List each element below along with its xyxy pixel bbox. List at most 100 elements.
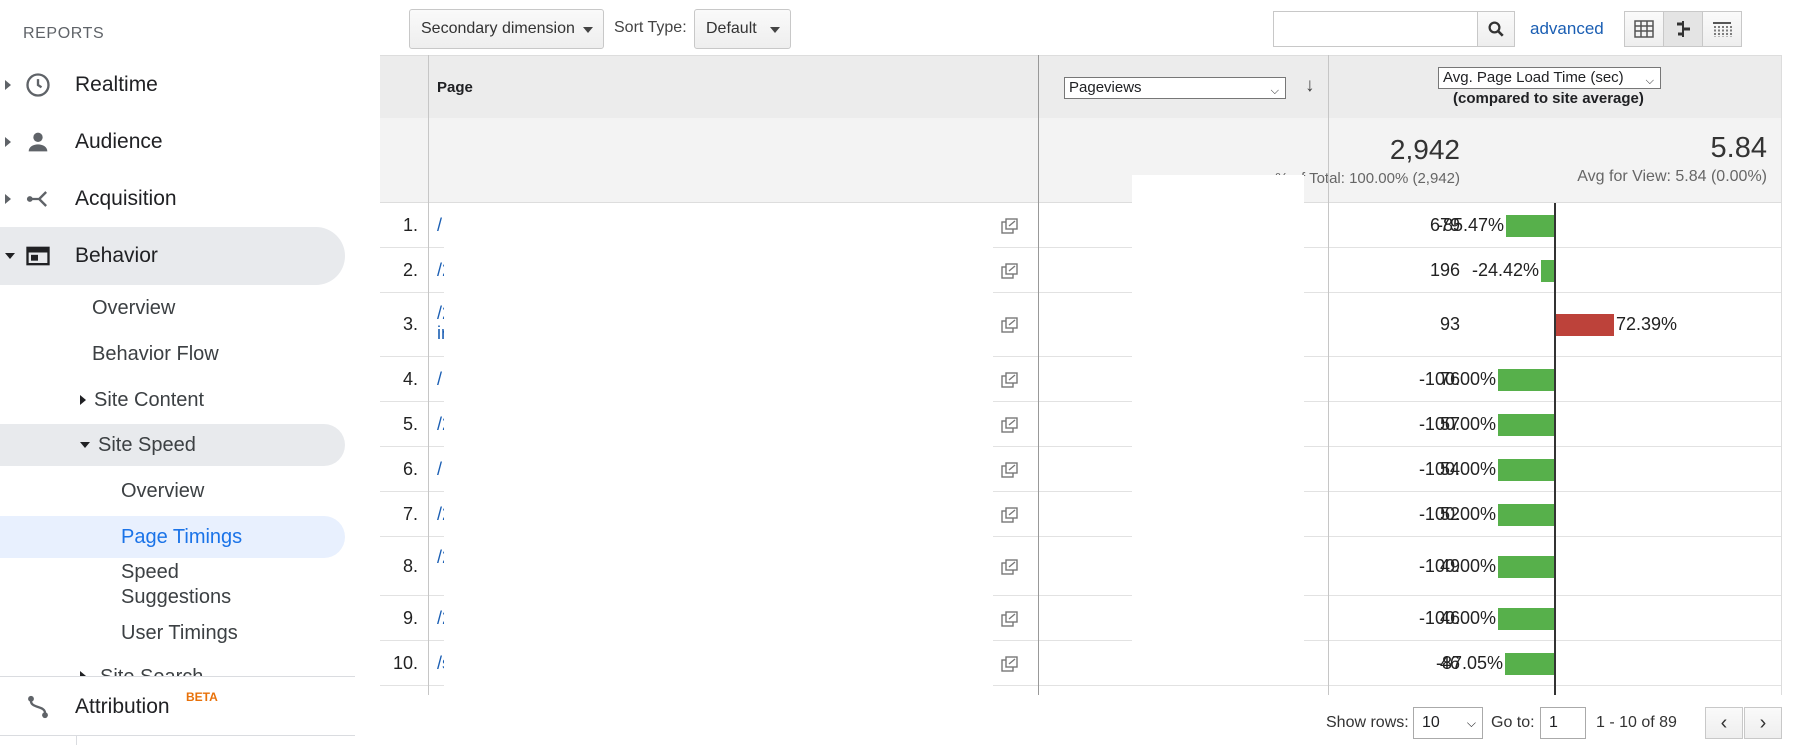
caret-down-icon [80, 442, 90, 448]
caret-right-icon [80, 395, 86, 405]
nav-behavior-flow[interactable]: Behavior Flow [92, 333, 219, 375]
open-link-icon[interactable] [1001, 610, 1019, 627]
nav-user-timings[interactable]: User Timings [121, 612, 238, 654]
select-value: 10 [1422, 714, 1440, 731]
open-link-icon[interactable] [1001, 217, 1019, 234]
nav-realtime[interactable]: Realtime [0, 56, 345, 114]
open-link-icon[interactable] [1001, 317, 1019, 333]
row-number: 3. [402, 314, 418, 334]
nav-site-content[interactable]: Site Content [80, 379, 345, 421]
nav-speed-suggestions[interactable]: Speed Suggestions [121, 560, 231, 610]
comparison-view-button[interactable] [1663, 11, 1703, 47]
negative-comparison-bar [1498, 607, 1555, 630]
comparison-percent: -85.47% [1436, 214, 1504, 235]
nav-label: Behavior [75, 244, 158, 267]
positive-comparison-bar [1555, 314, 1614, 336]
chevron-down-icon: ⌵ [1270, 85, 1279, 97]
sort-type-label: Sort Type: [614, 19, 687, 36]
nav-label: Site Search [100, 666, 203, 676]
behavior-icon [26, 246, 50, 266]
attribution-icon [28, 695, 48, 719]
sidebar: REPORTS Realtime Audience Acquisition Be… [0, 0, 380, 745]
dropdown-label: Secondary dimension [421, 20, 575, 37]
open-link-icon[interactable] [1001, 655, 1019, 672]
summary-avg-for-view: Avg for View: 5.84 (0.00%) [1577, 168, 1767, 185]
negative-comparison-bar [1541, 259, 1555, 282]
comparison-metric-select[interactable]: Avg. Page Load Time (sec) ⌵ [1438, 67, 1661, 89]
nav-acquisition[interactable]: Acquisition [0, 170, 345, 228]
open-link-icon[interactable] [1001, 461, 1019, 478]
sort-type-dropdown[interactable]: Default [694, 9, 791, 49]
show-rows-select[interactable]: 10 ⌵ [1413, 707, 1483, 739]
row-number: 8. [402, 555, 418, 576]
redacted-page-area [444, 205, 993, 695]
main-content: Secondary dimension Sort Type: Default a… [380, 0, 1801, 745]
pagination-range: 1 - 10 of 89 [1596, 714, 1677, 731]
row-number: 10. [392, 652, 418, 673]
open-link-icon[interactable] [1001, 506, 1019, 523]
nav-label: Realtime [75, 73, 158, 96]
chevron-right-icon: › [1759, 711, 1767, 734]
table-header: Page Pageviews ⌵ ↓ Avg. Page Load Time (… [380, 55, 1781, 118]
summary-row: 2,942 % of Total: 100.00% (2,942) 5.84 A… [380, 118, 1781, 203]
row-number: 1. [402, 214, 418, 235]
redacted-pageviews-area [1132, 175, 1304, 662]
nav-label: Suggestions [121, 586, 232, 608]
row-number: 7. [402, 503, 418, 524]
show-rows-label: Show rows: [1326, 714, 1409, 731]
data-view-button[interactable] [1624, 11, 1664, 47]
row-number: 4. [402, 368, 418, 389]
chevron-down-icon [770, 27, 780, 33]
pivot-view-button[interactable] [1702, 11, 1742, 47]
nav-attribution[interactable]: Attribution BETA [0, 677, 355, 737]
nav-label: Speed [121, 561, 179, 583]
nav-site-speed[interactable]: Site Speed [0, 424, 345, 466]
open-link-icon[interactable] [1001, 262, 1019, 279]
prev-page-button[interactable]: ‹ [1705, 707, 1743, 739]
search-icon [1488, 21, 1504, 37]
row-number: 9. [402, 607, 418, 628]
analytics-app: REPORTS Realtime Audience Acquisition Be… [0, 0, 1801, 745]
search-input[interactable] [1273, 11, 1478, 47]
column-header-page[interactable]: Page [437, 79, 473, 96]
table-toolbar: Secondary dimension Sort Type: Default a… [380, 0, 1801, 55]
negative-comparison-bar [1498, 503, 1555, 526]
row-number: 6. [402, 458, 418, 479]
nav-label: Audience [75, 130, 163, 153]
summary-total: 2,942 [1389, 134, 1460, 165]
select-value: Avg. Page Load Time (sec) [1443, 69, 1624, 86]
goto-label: Go to: [1491, 714, 1535, 731]
chevron-down-icon [583, 27, 593, 33]
goto-input[interactable]: 1 [1540, 707, 1586, 739]
comparison-percent: -24.42% [1471, 259, 1539, 280]
sidebar-tick [76, 736, 77, 745]
metric-select[interactable]: Pageviews ⌵ [1064, 77, 1286, 99]
nav-behavior-overview[interactable]: Overview [92, 287, 175, 329]
open-link-icon[interactable] [1001, 416, 1019, 433]
nav-cut-off-item[interactable]: Site Search [0, 660, 355, 676]
column-divider [1328, 55, 1329, 695]
comparison-percent: -100.00% [1418, 607, 1496, 628]
chevron-left-icon: ‹ [1720, 711, 1728, 734]
clock-icon [26, 73, 50, 97]
comparison-percent: -87.05% [1435, 652, 1503, 673]
nav-audience[interactable]: Audience [0, 113, 345, 171]
comparison-percent: -100.00% [1418, 503, 1496, 524]
nav-behavior[interactable]: Behavior [0, 227, 345, 285]
nav-page-timings[interactable]: Page Timings [0, 516, 345, 558]
advanced-link[interactable]: advanced [1530, 19, 1604, 39]
next-page-button[interactable]: › [1744, 707, 1782, 739]
summary-avg-load-time: 5.84 [1710, 132, 1767, 164]
open-link-icon[interactable] [1001, 371, 1019, 388]
secondary-dimension-dropdown[interactable]: Secondary dimension [409, 9, 604, 49]
select-value: Pageviews [1069, 79, 1142, 96]
chevron-down-icon: ⌵ [1466, 716, 1476, 730]
open-link-icon[interactable] [1001, 558, 1019, 575]
table-grid-icon [1634, 20, 1654, 38]
comparison-icon [1677, 21, 1690, 37]
table-footer: Show rows: 10 ⌵ Go to: 1 1 - 10 of 89 ‹ … [380, 695, 1801, 745]
comparison-percent: 72.39% [1616, 314, 1678, 334]
sort-desc-icon[interactable]: ↓ [1305, 75, 1315, 97]
nav-site-speed-overview[interactable]: Overview [121, 470, 204, 512]
search-button[interactable] [1477, 11, 1515, 47]
